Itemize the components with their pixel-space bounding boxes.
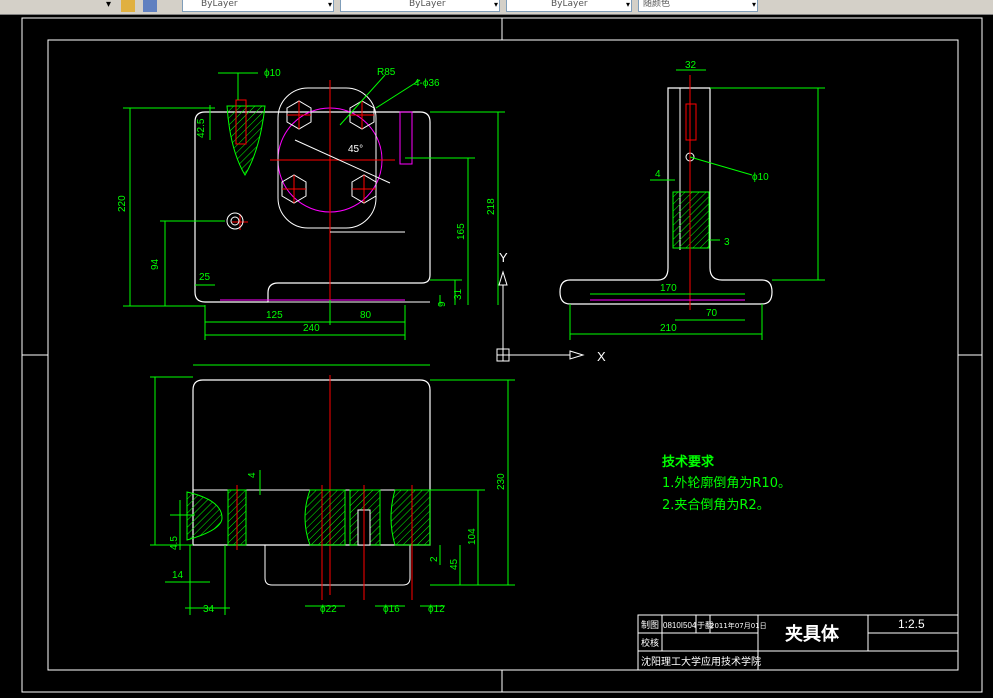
- tb-draw-label: 制图: [641, 619, 659, 631]
- dim-4-front: 4: [247, 472, 258, 478]
- dim-220: 220: [117, 195, 128, 212]
- tb-draw-value: 0810I504: [663, 621, 697, 630]
- dim-phi16: ϕ16: [383, 604, 400, 615]
- dim-218: 218: [486, 198, 497, 215]
- dim-25: 25: [199, 272, 211, 283]
- layer-previous-icon[interactable]: [143, 0, 157, 12]
- color-combo[interactable]: 随颜色 ▾: [638, 0, 758, 12]
- top-view-outline: [194, 111, 431, 303]
- ucs-y-label: Y: [499, 250, 508, 265]
- side-view-dim-text: 32 4 ϕ10 3 170 70 210: [655, 60, 769, 334]
- dim-45: 45: [449, 558, 460, 570]
- tech-requirements: 技术要求 1.外轮廓倒角为R10。 2.夹合倒角为R2。: [662, 454, 791, 513]
- dim-42-5: 42.5: [196, 118, 207, 138]
- dim-r85: R85: [377, 67, 396, 78]
- tb-scale: 1:2.5: [898, 617, 925, 631]
- front-view: [186, 375, 431, 600]
- side-view-outline: [559, 87, 773, 305]
- dim-phi22: ϕ22: [320, 604, 337, 615]
- color-value: 随颜色: [643, 0, 671, 9]
- side-hatch: [672, 191, 710, 249]
- dim-4-phi36: 4-ϕ36: [414, 78, 440, 89]
- front-hatch-4: [390, 489, 431, 546]
- top-view: [194, 74, 431, 305]
- tb-check-label: 校核: [641, 637, 659, 649]
- chevron-down-icon: ▾: [625, 0, 630, 9]
- layer-states-icon[interactable]: [121, 0, 135, 12]
- dim-14: 14: [172, 570, 184, 581]
- tb-part-name: 夹具体: [785, 623, 840, 645]
- properties-toolbar: ▾ ByLayer ▾ ByLayer ▾ ByLayer ▾ 随颜色 ▾: [0, 0, 993, 15]
- dim-phi12: ϕ12: [428, 604, 445, 615]
- chevron-down-icon: ▾: [751, 0, 756, 9]
- linetype-value: ByLayer: [201, 0, 238, 9]
- plotstyle-combo[interactable]: ByLayer ▾: [506, 0, 632, 12]
- dim-32: 32: [685, 60, 697, 71]
- dim-70: 70: [706, 308, 718, 319]
- dim-240: 240: [303, 323, 320, 334]
- tech-req-title: 技术要求: [662, 454, 715, 470]
- linetype-combo[interactable]: ByLayer ▾: [182, 0, 334, 12]
- front-hatch-2: [304, 489, 346, 546]
- dim-9: 9: [437, 301, 448, 307]
- dim-34: 34: [203, 604, 215, 615]
- dim-104: 104: [467, 528, 478, 545]
- title-block-text: 制图 0810I504 于翻 2011年07月01日 校核 夹具体 1:2.5 …: [641, 617, 925, 668]
- dim-230: 230: [496, 473, 507, 490]
- dim-125: 125: [266, 310, 283, 321]
- dim-94: 94: [150, 258, 161, 270]
- dim-210: 210: [660, 323, 677, 334]
- tb-school: 沈阳理工大学应用技术学院: [641, 655, 761, 668]
- tech-req-item2: 2.夹合倒角为R2。: [662, 498, 770, 513]
- layer-dropdown-arrow[interactable]: ▾: [106, 0, 111, 12]
- dim-45deg: 45°: [348, 144, 363, 155]
- ucs-x-label: X: [597, 349, 606, 364]
- dim-2: 2: [429, 556, 440, 562]
- dim-165: 165: [456, 223, 467, 240]
- lineweight-combo[interactable]: ByLayer ▾: [340, 0, 500, 12]
- dim-phi10-side: ϕ10: [752, 172, 769, 183]
- lineweight-value: ByLayer: [409, 0, 446, 9]
- tech-req-item1: 1.外轮廓倒角为R10。: [662, 475, 791, 491]
- drawing-canvas[interactable]: ϕ10 R85 4-ϕ36 42.5 220 94 218 165 31 9 2…: [0, 14, 993, 694]
- chevron-down-icon: ▾: [493, 0, 498, 9]
- top-view-dim-text: ϕ10 R85 4-ϕ36 42.5 220 94 218 165 31 9 2…: [117, 67, 497, 334]
- side-view: [559, 75, 773, 310]
- plotstyle-value: ByLayer: [551, 0, 588, 9]
- dim-4-side: 4: [655, 169, 661, 180]
- front-hatch-left: [186, 491, 223, 541]
- dim-80: 80: [360, 310, 372, 321]
- dim-31: 31: [453, 288, 464, 300]
- dim-phi10-top: ϕ10: [264, 68, 281, 79]
- dim-3: 3: [724, 237, 730, 248]
- dim-4-5: 4.5: [169, 536, 180, 550]
- dim-170: 170: [660, 283, 677, 294]
- tb-date-value: 2011年07月01日: [710, 621, 767, 630]
- chevron-down-icon: ▾: [327, 0, 332, 9]
